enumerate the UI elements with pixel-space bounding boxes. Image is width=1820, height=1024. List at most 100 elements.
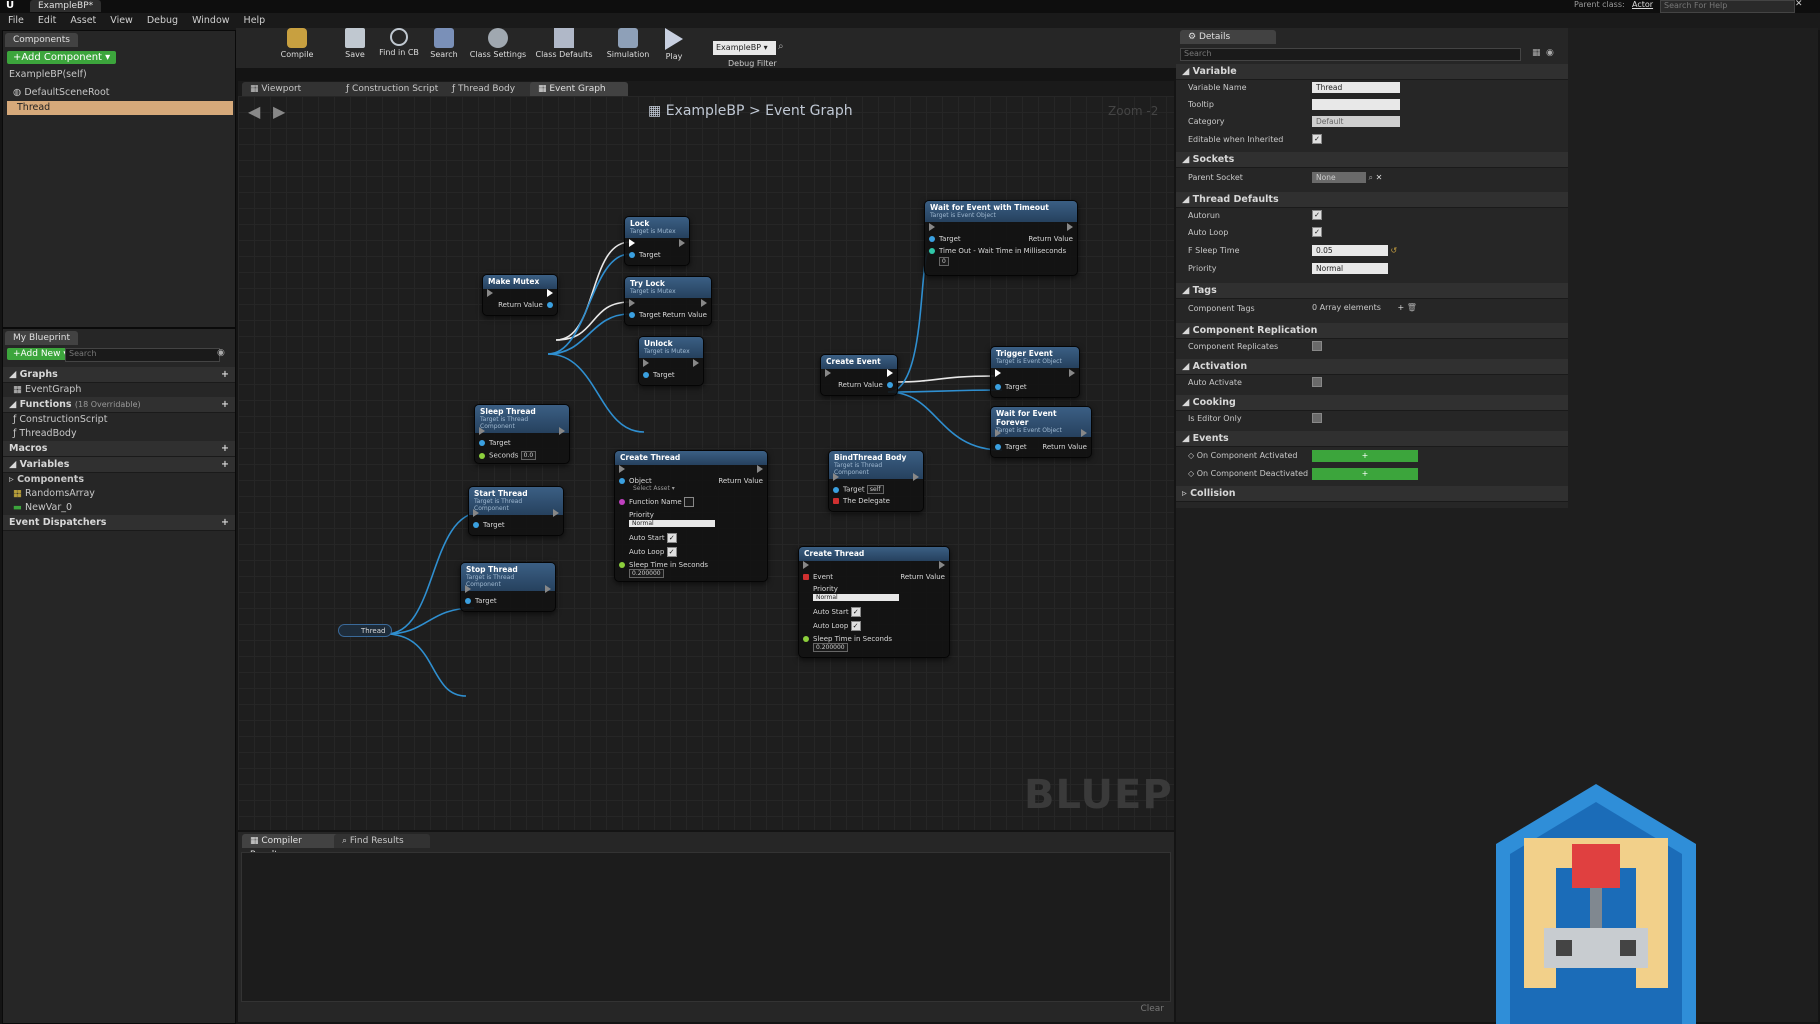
exec-in-pin[interactable] <box>929 223 935 231</box>
function-item-threadbody[interactable]: ƒ ThreadBody <box>3 427 235 441</box>
node-sleep-thread[interactable]: Sleep Thread Target is Thread Component T… <box>474 404 570 464</box>
node-wait-for-event-timeout[interactable]: Wait for Event with Timeout Target is Eve… <box>924 200 1078 276</box>
add-function-icon[interactable]: + <box>221 397 229 412</box>
exec-in-pin[interactable] <box>995 369 1001 377</box>
section-collision[interactable]: ▹ Collision <box>1176 486 1568 502</box>
exec-in-pin[interactable] <box>629 299 635 307</box>
component-self[interactable]: ExampleBP(self) <box>9 68 235 82</box>
search-button[interactable]: Search <box>427 28 461 64</box>
exec-in-pin[interactable] <box>825 369 831 377</box>
node-make-mutex[interactable]: Make Mutex Return Value <box>482 274 558 316</box>
clear-button[interactable]: Clear <box>1140 1004 1164 1014</box>
autorun-checkbox[interactable]: ✓ <box>1312 210 1322 220</box>
class-defaults-button[interactable]: Class Defaults <box>534 28 594 64</box>
node-wait-for-event-forever[interactable]: Wait for Event Forever Target is Event Ob… <box>990 406 1092 458</box>
menu-item-edit[interactable]: Edit <box>38 15 56 26</box>
exec-in-pin[interactable] <box>803 561 809 569</box>
menu-item-file[interactable]: File <box>8 15 24 26</box>
section-activation[interactable]: ◢ Activation <box>1176 359 1568 375</box>
exec-out-pin[interactable] <box>545 585 551 593</box>
parent-class-link[interactable]: Actor <box>1632 0 1653 9</box>
auto-activate-checkbox[interactable] <box>1312 377 1322 387</box>
variable-category-components[interactable]: ▹ Components <box>3 473 235 487</box>
simulation-button[interactable]: Simulation <box>604 28 652 64</box>
event-dispatchers-section[interactable]: Event Dispatchers + <box>3 515 235 531</box>
exec-out-pin[interactable] <box>939 561 945 569</box>
exec-out-pin[interactable] <box>547 289 553 297</box>
priority-select[interactable]: Normal <box>1312 263 1388 274</box>
blueprint-search-input[interactable]: Search <box>65 348 220 362</box>
auto-loop-checkbox[interactable]: ✓ <box>666 547 677 557</box>
node-unlock[interactable]: Unlock Target is Mutex Target <box>638 336 704 386</box>
document-tab[interactable]: ExampleBP* <box>30 0 102 12</box>
exec-out-pin[interactable] <box>1081 429 1087 437</box>
function-name-pin[interactable] <box>619 499 625 505</box>
target-pin[interactable] <box>833 486 839 493</box>
sleep-time-input[interactable]: 0.200000 <box>629 569 664 578</box>
target-pin[interactable] <box>473 522 479 528</box>
play-button[interactable]: Play <box>657 28 691 64</box>
self-input[interactable]: self <box>866 485 884 494</box>
exec-in-pin[interactable] <box>619 465 625 473</box>
compile-button[interactable]: Compile <box>280 28 314 64</box>
close-icon[interactable]: ✕ <box>1795 0 1803 9</box>
target-pin[interactable] <box>465 598 471 604</box>
sleep-time-input[interactable]: 0.200000 <box>813 643 848 652</box>
add-element-icon[interactable]: + <box>1397 303 1404 312</box>
exec-out-pin[interactable] <box>1067 223 1073 231</box>
section-variable[interactable]: ◢ Variable <box>1176 64 1568 80</box>
exec-out-pin[interactable] <box>553 509 559 517</box>
exec-out-pin[interactable] <box>1069 369 1075 377</box>
exec-out-pin[interactable] <box>701 299 707 307</box>
add-deactivated-event-button[interactable]: + <box>1312 468 1418 480</box>
variables-section[interactable]: ◢ Variables + <box>3 457 235 473</box>
sleep-time-input[interactable]: 0.05 <box>1312 245 1388 256</box>
target-pin[interactable] <box>995 444 1001 450</box>
variable-name-input[interactable]: Thread <box>1312 82 1400 93</box>
help-search-input[interactable]: Search For Help <box>1660 0 1795 13</box>
graph-item-eventgraph[interactable]: ▦ EventGraph <box>3 383 235 397</box>
node-stop-thread[interactable]: Stop Thread Target is Thread Component Ta… <box>460 562 556 612</box>
node-start-thread[interactable]: Start Thread Target is Thread Component T… <box>468 486 564 536</box>
add-variable-icon[interactable]: + <box>221 457 229 472</box>
exec-in-pin[interactable] <box>995 429 1001 437</box>
event-graph-canvas[interactable]: ◀ ▶ ▦ ExampleBP > Event Graph Zoom -2 BL… <box>238 96 1174 830</box>
grid-view-icon[interactable]: ▦ <box>1532 48 1541 58</box>
add-graph-icon[interactable]: + <box>221 367 229 382</box>
node-try-lock[interactable]: Try Lock Target is Mutex Target Return Va… <box>624 276 712 326</box>
seconds-pin[interactable] <box>479 452 485 459</box>
tab-viewport[interactable]: ▦ Viewport <box>242 82 348 96</box>
exec-in-pin[interactable] <box>629 239 635 247</box>
exec-in-pin[interactable] <box>833 473 839 481</box>
replicates-checkbox[interactable] <box>1312 341 1322 351</box>
component-default-scene-root[interactable]: ◍ DefaultSceneRoot <box>13 86 235 100</box>
class-settings-button[interactable]: Class Settings <box>469 28 527 64</box>
tooltip-input[interactable] <box>1312 99 1400 110</box>
timeout-input[interactable]: 0 <box>939 257 949 266</box>
tab-compiler-results[interactable]: ▦ Compiler Results <box>242 834 340 860</box>
add-macro-icon[interactable]: + <box>221 441 229 456</box>
debug-search-icon[interactable]: ⌕ <box>778 41 784 52</box>
section-cooking[interactable]: ◢ Cooking <box>1176 395 1568 411</box>
component-thread[interactable]: Thread <box>7 101 233 115</box>
details-search-input[interactable]: Search <box>1180 48 1521 61</box>
menu-item-debug[interactable]: Debug <box>147 15 178 26</box>
event-pin[interactable] <box>803 574 809 580</box>
auto-start-checkbox[interactable]: ✓ <box>666 533 677 543</box>
editor-only-checkbox[interactable] <box>1312 413 1322 423</box>
node-create-event[interactable]: Create Event Return Value <box>820 354 898 396</box>
exec-out-pin[interactable] <box>887 369 893 377</box>
sleep-pin[interactable] <box>803 636 809 642</box>
auto-start-checkbox[interactable]: ✓ <box>850 607 861 617</box>
exec-in-pin[interactable] <box>643 359 649 367</box>
exec-out-pin[interactable] <box>559 427 565 435</box>
target-pin[interactable] <box>643 372 649 378</box>
section-sockets[interactable]: ◢ Sockets <box>1176 152 1568 168</box>
variable-item-newvar[interactable]: ▬ NewVar_0 <box>3 501 235 515</box>
return-pin[interactable] <box>887 382 893 388</box>
delegate-pin[interactable] <box>833 498 839 504</box>
socket-clear-icon[interactable]: ✕ <box>1376 173 1383 182</box>
auto-loop-checkbox[interactable]: ✓ <box>1312 227 1322 237</box>
category-select[interactable]: Default <box>1312 116 1400 127</box>
find-in-cb-button[interactable]: Find in CB <box>378 28 420 64</box>
